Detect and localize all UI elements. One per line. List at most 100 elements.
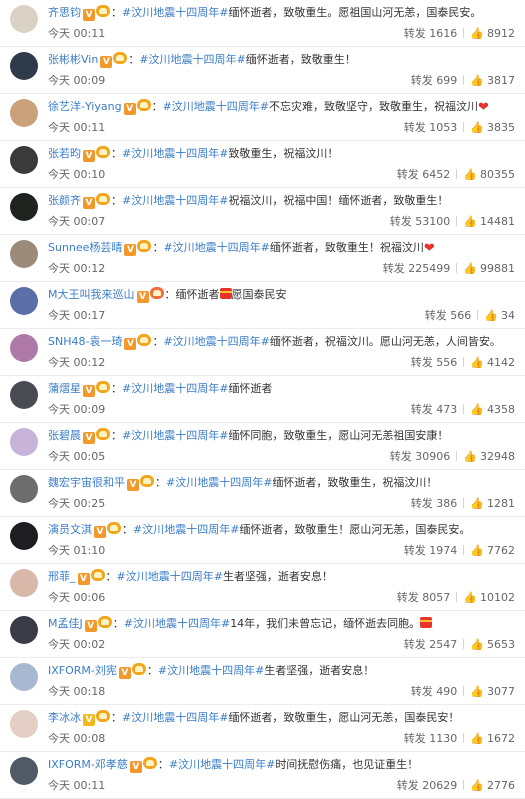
like-button[interactable]: 👍 99881	[463, 262, 515, 275]
comment-actions: 转发 1053 👍 3835	[404, 119, 515, 135]
hashtag-link[interactable]: #汶川地震十四周年#	[122, 6, 228, 19]
like-button[interactable]: 👍 3835	[470, 121, 515, 134]
username-link[interactable]: 演员文淇	[48, 523, 92, 536]
comment-row: 张颜齐 V ：#汶川地震十四周年#祝福汶川，祝福中国！缅怀逝者，致敬重生！ 今天 00…	[0, 188, 525, 235]
comment-line: 徐艺洋-Yiyang V ：#汶川地震十四周年#不忘灾难，致敬坚守，致敬重生，祝福汶…	[48, 99, 517, 115]
like-button[interactable]: 👍 4358	[470, 403, 515, 416]
avatar[interactable]	[10, 193, 38, 221]
avatar[interactable]	[10, 522, 38, 550]
avatar[interactable]	[10, 475, 38, 503]
repost-button[interactable]: 转发 2547	[404, 638, 458, 651]
username-link[interactable]: 张彬彬Vin	[48, 53, 98, 66]
like-count: 1281	[487, 497, 515, 510]
hashtag-link[interactable]: #汶川地震十四周年#	[122, 382, 228, 395]
username-link[interactable]: IXFORM-刘宪	[48, 664, 117, 677]
comment-text: 缅怀逝者，致敬重生，祝福汶川！	[272, 476, 438, 489]
username-link[interactable]: 魏宏宇宙很和平	[48, 476, 125, 489]
avatar[interactable]	[10, 146, 38, 174]
avatar[interactable]	[10, 757, 38, 785]
hashtag-link[interactable]: #汶川地震十四周年#	[163, 100, 269, 113]
username-link[interactable]: IXFORM-邓孝慈	[48, 758, 128, 771]
username-link[interactable]: SNH48-袁一琦	[48, 335, 122, 348]
avatar[interactable]	[10, 334, 38, 362]
avatar[interactable]	[10, 569, 38, 597]
hashtag-link[interactable]: #汶川地震十四周年#	[158, 664, 264, 677]
like-button[interactable]: 👍 2776	[470, 779, 515, 792]
repost-button[interactable]: 转发 53100	[390, 215, 451, 228]
repost-button[interactable]: 转发 473	[411, 403, 458, 416]
avatar[interactable]	[10, 428, 38, 456]
thumbs-up-icon: 👍	[470, 356, 484, 369]
username-link[interactable]: 李冰冰	[48, 711, 81, 724]
avatar[interactable]	[10, 99, 38, 127]
like-button[interactable]: 👍 1281	[470, 497, 515, 510]
thumbs-up-icon: 👍	[470, 497, 484, 510]
hashtag-link[interactable]: #汶川地震十四周年#	[122, 194, 228, 207]
comment-time: 今天 00:09	[48, 403, 106, 416]
username-link[interactable]: 齐思钧	[48, 6, 81, 19]
username-link[interactable]: 徐艺洋-Yiyang	[48, 100, 122, 113]
hashtag-link[interactable]: #汶川地震十四周年#	[169, 758, 275, 771]
like-button[interactable]: 👍 4142	[470, 356, 515, 369]
repost-button[interactable]: 转发 556	[411, 356, 458, 369]
username-link[interactable]: M孟佳J	[48, 617, 83, 630]
username-link[interactable]: 张颜齐	[48, 194, 81, 207]
username-link[interactable]: 张碧晨	[48, 429, 81, 442]
hashtag-link[interactable]: #汶川地震十四周年#	[163, 335, 269, 348]
thumbs-up-icon: 👍	[470, 403, 484, 416]
repost-button[interactable]: 转发 566	[425, 309, 472, 322]
username-link[interactable]: M大王叫我来巡山	[48, 288, 135, 301]
like-button[interactable]: 👍 1672	[470, 732, 515, 745]
repost-button[interactable]: 转发 386	[411, 497, 458, 510]
like-button[interactable]: 👍 14481	[463, 215, 515, 228]
comment-row: 邢菲_ V ：#汶川地震十四周年#生者坚强，逝者安息！ 今天 00:06 转发 8057…	[0, 564, 525, 611]
hashtag-link[interactable]: #汶川地震十四周年#	[163, 241, 269, 254]
username-link[interactable]: 蒲熠星	[48, 382, 81, 395]
hashtag-link[interactable]: #汶川地震十四周年#	[133, 523, 239, 536]
vip-crown-icon	[149, 287, 164, 299]
comment-time: 今天 00:02	[48, 638, 106, 651]
hashtag-link[interactable]: #汶川地震十四周年#	[122, 429, 228, 442]
like-button[interactable]: 👍 10102	[463, 591, 515, 604]
repost-button[interactable]: 转发 225499	[383, 262, 451, 275]
divider	[463, 122, 465, 132]
repost-button[interactable]: 转发 30906	[390, 450, 451, 463]
username-link[interactable]: 张若昀	[48, 147, 81, 160]
like-button[interactable]: 👍 5653	[470, 638, 515, 651]
hashtag-link[interactable]: #汶川地震十四周年#	[122, 711, 228, 724]
thumbs-up-icon: 👍	[470, 779, 484, 792]
username-link[interactable]: 邢菲_	[48, 570, 76, 583]
avatar[interactable]	[10, 381, 38, 409]
hashtag-link[interactable]: #汶川地震十四周年#	[117, 570, 223, 583]
repost-button[interactable]: 转发 6452	[397, 168, 451, 181]
avatar[interactable]	[10, 616, 38, 644]
avatar[interactable]	[10, 240, 38, 268]
avatar[interactable]	[10, 710, 38, 738]
like-button[interactable]: 👍 7762	[470, 544, 515, 557]
like-button[interactable]: 👍 8912	[470, 27, 515, 40]
hashtag-link[interactable]: #汶川地震十四周年#	[124, 617, 230, 630]
repost-button[interactable]: 转发 1616	[404, 27, 458, 40]
like-button[interactable]: 👍 32948	[463, 450, 515, 463]
repost-button[interactable]: 转发 490	[411, 685, 458, 698]
hashtag-link[interactable]: #汶川地震十四周年#	[122, 147, 228, 160]
like-button[interactable]: 👍 34	[484, 309, 515, 322]
like-button[interactable]: 👍 80355	[463, 168, 515, 181]
avatar[interactable]	[10, 287, 38, 315]
hashtag-link[interactable]: #汶川地震十四周年#	[139, 53, 245, 66]
repost-button[interactable]: 转发 699	[411, 74, 458, 87]
avatar[interactable]	[10, 663, 38, 691]
repost-button[interactable]: 转发 1974	[404, 544, 458, 557]
hashtag-link[interactable]: #汶川地震十四周年#	[166, 476, 272, 489]
like-button[interactable]: 👍 3817	[470, 74, 515, 87]
avatar[interactable]	[10, 52, 38, 80]
comment-row: Sunnee杨芸晴 V ：#汶川地震十四周年#缅怀逝者，致敬重生！祝福汶川❤ 今天 0…	[0, 235, 525, 282]
repost-button[interactable]: 转发 20629	[397, 779, 458, 792]
repost-button[interactable]: 转发 1130	[404, 732, 458, 745]
heart-icon: ❤	[478, 100, 489, 115]
repost-button[interactable]: 转发 8057	[397, 591, 451, 604]
avatar[interactable]	[10, 5, 38, 33]
repost-button[interactable]: 转发 1053	[404, 121, 458, 134]
like-button[interactable]: 👍 3077	[470, 685, 515, 698]
username-link[interactable]: Sunnee杨芸晴	[48, 241, 122, 254]
